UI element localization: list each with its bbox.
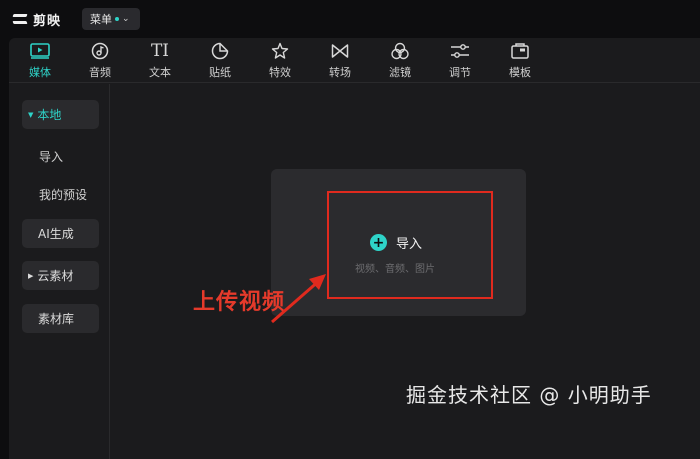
watermark: 掘金技术社区 @ 小明助手 [406,383,652,407]
annotation-label: 上传视频 [193,290,286,315]
